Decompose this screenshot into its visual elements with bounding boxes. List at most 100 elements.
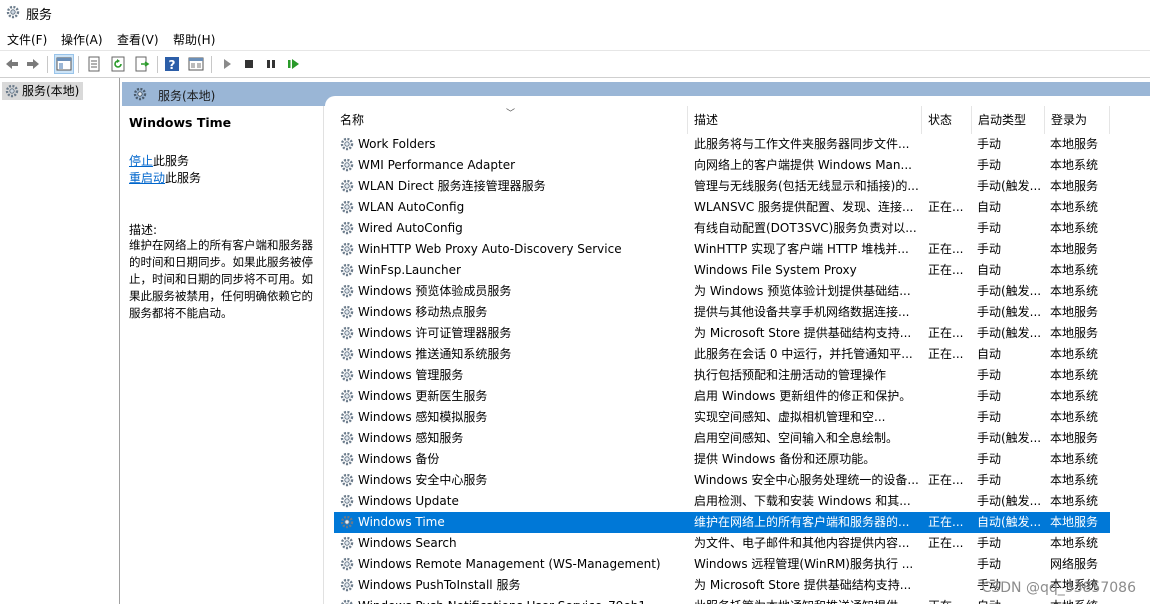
table-row[interactable]: Windows Push Notifications User Service_… [334, 596, 1110, 604]
help-icon[interactable]: ? [162, 54, 182, 74]
restart-service-link[interactable]: 重启动 [129, 171, 165, 185]
column-header-name[interactable]: 名称 ﹀ [334, 106, 688, 134]
service-name: Windows Remote Management (WS-Management… [358, 557, 661, 571]
gear-icon [340, 536, 354, 550]
column-header-description[interactable]: 描述 [688, 106, 922, 134]
console-view-icon[interactable] [186, 54, 206, 74]
service-status: 正在... [928, 536, 964, 550]
service-startup-type: 自动(触发... [977, 515, 1041, 529]
service-logon-as: 本地系统 [1050, 598, 1110, 604]
table-row[interactable]: Windows 移动热点服务 提供与其他设备共享手机网络数据连接... 手动(触发.… [334, 302, 1110, 323]
column-header-logon-as[interactable]: 登录为 [1045, 106, 1110, 134]
service-status: 正在... [928, 473, 964, 487]
column-header-startup-type[interactable]: 启动类型 [972, 106, 1045, 134]
table-row[interactable]: Windows 安全中心服务 Windows 安全中心服务处理统一的设备... 正在… [334, 470, 1110, 491]
column-header-label: 名称 [340, 113, 365, 127]
table-row[interactable]: WinHTTP Web Proxy Auto-Discovery Service… [334, 239, 1110, 260]
column-header-label: 启动类型 [978, 113, 1027, 127]
table-row[interactable]: WLAN Direct 服务连接管理器服务 管理与无线服务(包括无线显示和插接)的… [334, 176, 1110, 197]
service-logon-as: 本地系统 [1050, 452, 1099, 466]
service-name: Windows 管理服务 [358, 368, 464, 382]
description-pane: Windows Time 停止此服务 重启动此服务 描述: 维护在网络上的所有客… [122, 106, 324, 604]
service-name: Windows 安全中心服务 [358, 473, 488, 487]
service-startup-type: 手动 [977, 389, 1002, 403]
service-name: WinHTTP Web Proxy Auto-Discovery Service [358, 242, 622, 256]
service-description: 有线自动配置(DOT3SVC)服务负责对以... [694, 221, 917, 235]
service-description: 为 Microsoft Store 提供基础结构支持... [694, 578, 912, 592]
export-icon[interactable] [132, 54, 152, 74]
service-name: WLAN Direct 服务连接管理器服务 [358, 179, 546, 193]
service-name: Windows 感知模拟服务 [358, 410, 488, 424]
service-name: Windows PushToInstall 服务 [358, 578, 521, 592]
properties-icon[interactable] [84, 54, 104, 74]
service-startup-type: 手动(触发... [977, 179, 1041, 193]
service-logon-as: 本地服务 [1050, 515, 1099, 529]
restart-service-suffix: 此服务 [165, 171, 202, 185]
start-service-icon[interactable] [217, 54, 237, 74]
service-name: Windows Search [358, 536, 457, 550]
gear-icon [340, 179, 354, 193]
service-startup-type: 手动 [977, 221, 1002, 235]
menu-help[interactable]: 帮助(H) [173, 31, 215, 48]
table-row[interactable]: Windows 备份 提供 Windows 备份和还原功能。 手动 本地系统 [334, 449, 1110, 470]
menu-action[interactable]: 操作(A) [61, 31, 103, 48]
service-startup-type: 自动 [977, 263, 1002, 277]
gear-icon [340, 578, 354, 592]
forward-icon[interactable] [23, 54, 43, 74]
table-row[interactable]: Windows Search 为文件、电子邮件和其他内容提供内容... 正在... 手… [334, 533, 1110, 554]
service-description: 此服务在会话 0 中运行，并托管通知平... [694, 347, 913, 361]
gear-icon [340, 368, 354, 382]
show-hide-tree-icon[interactable] [54, 54, 74, 74]
table-row[interactable]: Windows 管理服务 执行包括预配和注册活动的管理操作 手动 本地系统 [334, 365, 1110, 386]
table-row[interactable]: WinFsp.Launcher Windows File System Proxy… [334, 260, 1110, 281]
service-logon-as: 本地服务 [1050, 305, 1099, 319]
service-description: 为 Microsoft Store 提供基础结构支持... [694, 326, 912, 340]
table-row[interactable]: Windows 感知模拟服务 实现空间感知、虚拟相机管理和空... 手动 本地系统 [334, 407, 1110, 428]
table-row-selected[interactable]: Windows Time 维护在网络上的所有客户端和服务器的... 正在... 自动(… [334, 512, 1110, 533]
service-description: Windows File System Proxy [694, 263, 857, 277]
table-row[interactable]: WLAN AutoConfig WLANSVC 服务提供配置、发现、连接... 正在… [334, 197, 1110, 218]
window-title: 服务 [26, 8, 53, 23]
restart-service-icon[interactable] [284, 54, 304, 74]
service-startup-type: 手动(触发... [977, 326, 1041, 340]
menu-file[interactable]: 文件(F) [7, 31, 47, 48]
table-row[interactable]: Windows 推送通知系统服务 此服务在会话 0 中运行，并托管通知平... 正在… [334, 344, 1110, 365]
stop-service-icon[interactable] [239, 54, 259, 74]
gear-icon [340, 431, 354, 445]
table-row[interactable]: Windows Update 启用检测、下载和安装 Windows 和其... 手动… [334, 491, 1110, 512]
table-row[interactable]: Windows 更新医生服务 启用 Windows 更新组件的修正和保护。 手动 本地… [334, 386, 1110, 407]
service-name: Windows 推送通知系统服务 [358, 347, 512, 361]
service-startup-type: 手动 [977, 452, 1002, 466]
stop-service-link[interactable]: 停止 [129, 154, 153, 168]
service-startup-type: 手动 [977, 410, 1002, 424]
pause-service-icon[interactable] [261, 54, 281, 74]
gear-icon [340, 221, 354, 235]
table-row[interactable]: WMI Performance Adapter 向网络上的客户端提供 Window… [334, 155, 1110, 176]
service-logon-as: 本地系统 [1050, 284, 1099, 298]
gear-icon [340, 242, 354, 256]
gear-icon [340, 347, 354, 361]
table-row[interactable]: Wired AutoConfig 有线自动配置(DOT3SVC)服务负责对以...… [334, 218, 1110, 239]
menu-bar: 文件(F) 操作(A) 查看(V) 帮助(H) [0, 28, 1150, 48]
tree-item-services-local[interactable]: 服务(本地) [2, 82, 84, 100]
service-logon-as: 本地系统 [1050, 263, 1099, 277]
service-startup-type: 自动 [977, 347, 1002, 361]
table-row[interactable]: Windows 预览体验成员服务 为 Windows 预览体验计划提供基础结...… [334, 281, 1110, 302]
service-name: Windows 感知服务 [358, 431, 464, 445]
column-header-status[interactable]: 状态 [922, 106, 972, 134]
table-row[interactable]: Windows 感知服务 启用空间感知、空间输入和全息绘制。 手动(触发... 本地服… [334, 428, 1110, 449]
service-status: 正在... [928, 347, 964, 361]
table-row[interactable]: Windows 许可证管理器服务 为 Microsoft Store 提供基础结构… [334, 323, 1110, 344]
refresh-icon[interactable] [108, 54, 128, 74]
service-startup-type: 手动 [977, 242, 1002, 256]
toolbar: ? [0, 50, 1150, 78]
gear-icon [340, 557, 354, 571]
gear-icon [340, 515, 354, 529]
service-startup-type: 手动 [977, 473, 1002, 487]
table-row[interactable]: Windows Remote Management (WS-Management… [334, 554, 1110, 575]
toolbar-separator [157, 56, 158, 73]
menu-view[interactable]: 查看(V) [117, 31, 159, 48]
back-icon[interactable] [2, 54, 22, 74]
service-description: 向网络上的客户端提供 Windows Man... [694, 158, 912, 172]
table-row[interactable]: Work Folders 此服务将与工作文件夹服务器同步文件... 手动 本地服务 [334, 134, 1110, 155]
